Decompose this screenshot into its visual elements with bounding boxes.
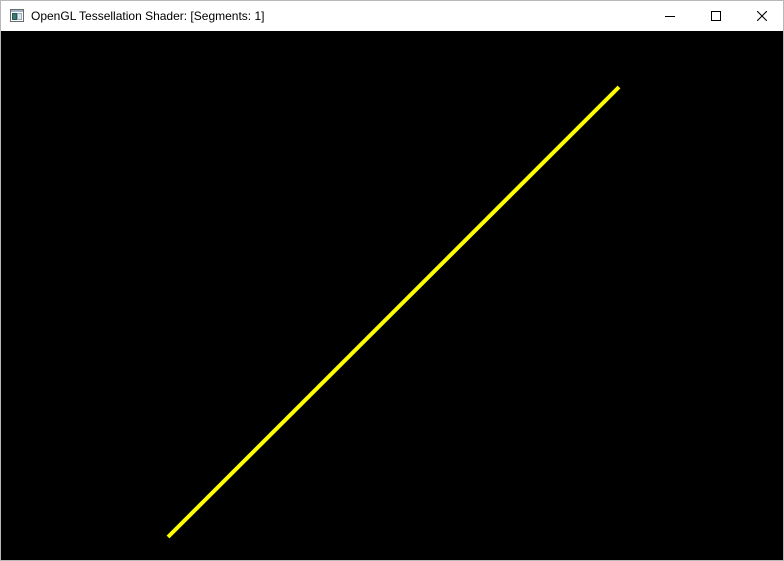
close-button[interactable] bbox=[739, 1, 784, 31]
close-icon bbox=[757, 11, 767, 21]
title-bar[interactable]: OpenGL Tessellation Shader: [Segments: 1… bbox=[1, 1, 783, 31]
minimize-button[interactable] bbox=[647, 1, 693, 31]
window-title: OpenGL Tessellation Shader: [Segments: 1… bbox=[31, 9, 265, 23]
tessellated-line-segment bbox=[166, 85, 621, 539]
maximize-icon bbox=[711, 11, 721, 21]
maximize-button[interactable] bbox=[693, 1, 739, 31]
gl-viewport[interactable] bbox=[1, 31, 783, 560]
window-app-icon[interactable] bbox=[10, 9, 24, 22]
render-canvas bbox=[166, 85, 621, 539]
app-window: OpenGL Tessellation Shader: [Segments: 1… bbox=[0, 0, 784, 561]
minimize-icon bbox=[665, 11, 675, 21]
